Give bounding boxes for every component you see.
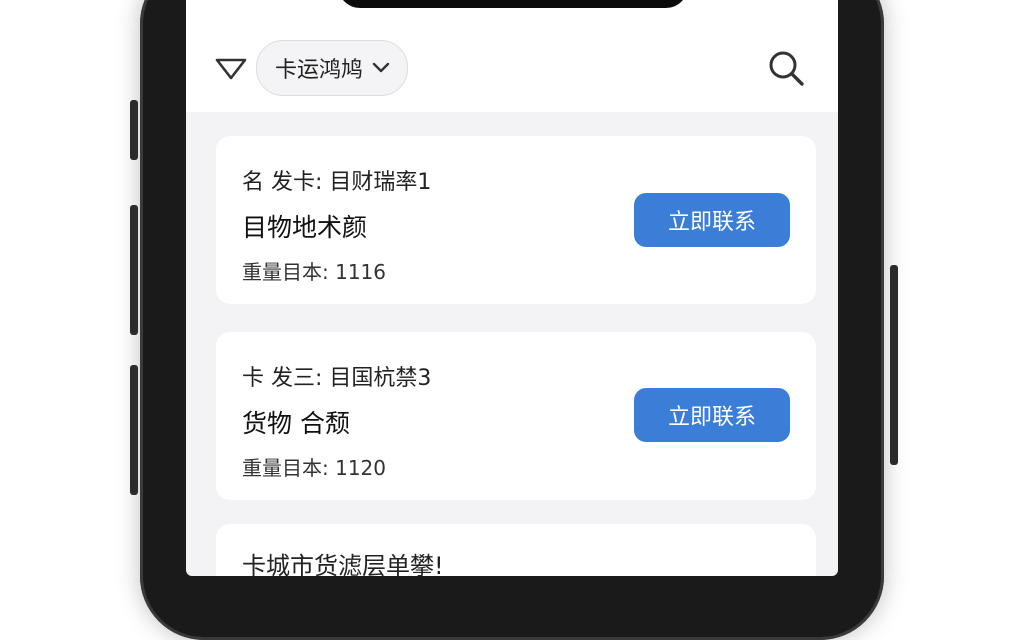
city-select[interactable]: 卡运鸿鸠	[256, 40, 409, 96]
route-text: 名 发卡: 目财瑞率1	[242, 170, 432, 195]
list-item[interactable]: 卡 发三: 目国杭禁3 货物 合颓 重量目本: 1120 立即联系	[216, 332, 816, 500]
list-item[interactable]: 名 发卡: 目财瑞率1 目物地术颜 重量目本: 1116 立即联系	[216, 136, 816, 304]
filter-icon[interactable]	[214, 54, 248, 84]
search-icon[interactable]	[766, 48, 806, 88]
phone-power-button	[890, 265, 898, 465]
route-text: 卡 发三: 目国杭禁3	[242, 366, 432, 391]
app-header: 卡运鸿鸠	[186, 0, 838, 112]
list-item[interactable]: 卡城市货滤层单攀!	[216, 524, 816, 576]
phone-notch	[338, 0, 688, 8]
phone-side-button	[130, 205, 138, 335]
cargo-text: 货物 合颓	[242, 409, 350, 438]
app-screen: 卡运鸿鸠 名 发卡: 目财瑞率1 目物地术颜 重量目本: 1116 立即联系 卡…	[186, 0, 838, 576]
weight-text: 重量目本: 1116	[242, 260, 386, 284]
city-select-label: 卡运鸿鸠	[275, 58, 364, 83]
contact-now-button[interactable]: 立即联系	[634, 193, 790, 247]
route-text: 卡城市货滤层单攀!	[242, 552, 444, 576]
phone-side-button	[130, 365, 138, 495]
chevron-down-icon	[371, 59, 391, 78]
phone-side-button	[130, 100, 138, 160]
weight-text: 重量目本: 1120	[242, 456, 386, 480]
cargo-text: 目物地术颜	[242, 213, 368, 242]
contact-now-button[interactable]: 立即联系	[634, 388, 790, 442]
